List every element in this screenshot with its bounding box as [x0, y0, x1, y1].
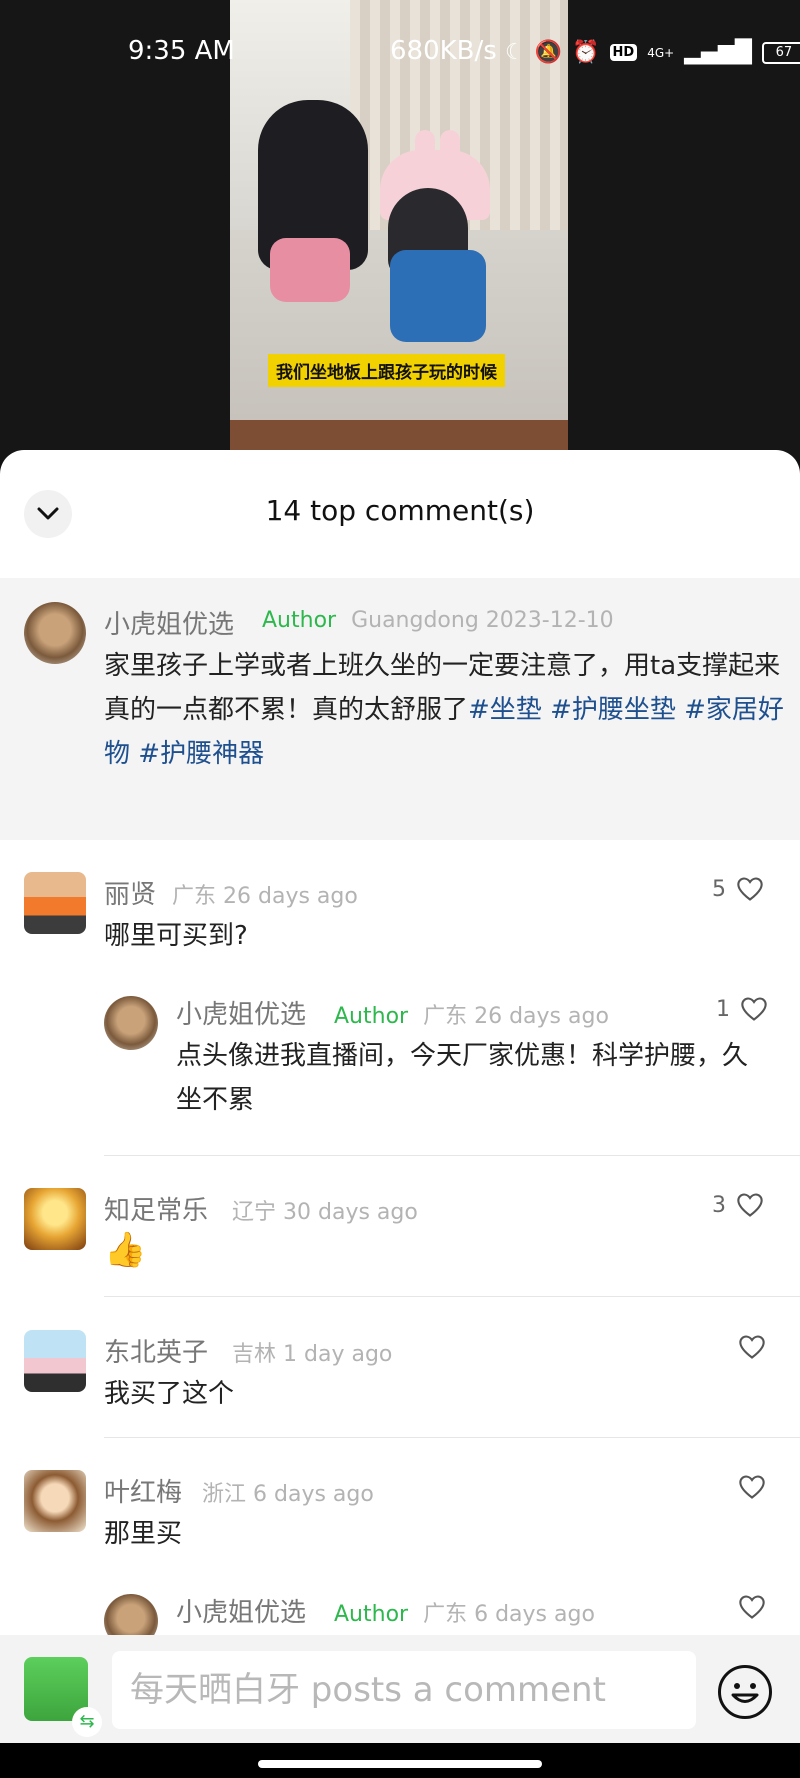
- video-subtitle: 我们坐地板上跟孩子玩的时候: [268, 354, 505, 387]
- comment-text: 那里买: [104, 1519, 183, 1549]
- commenter-name[interactable]: 叶红梅: [104, 1472, 182, 1509]
- heart-icon: [741, 997, 767, 1021]
- commenter-name[interactable]: 小虎姐优选: [176, 1592, 306, 1629]
- like-count: 3: [712, 1192, 726, 1218]
- comment-time: 26 days ago: [474, 1004, 609, 1029]
- status-time: 9:35 AM: [128, 36, 235, 66]
- emoji-button[interactable]: [718, 1665, 772, 1719]
- comment-location: Guangdong: [351, 608, 479, 633]
- like-button[interactable]: [738, 1594, 766, 1620]
- heart-icon: [739, 1475, 765, 1499]
- home-indicator[interactable]: [258, 1760, 542, 1768]
- blue-seat-cushion: [390, 250, 486, 342]
- mute-icon: 🔕: [534, 40, 563, 65]
- sheet-title: 14 top comment(s): [265, 494, 535, 527]
- like-button[interactable]: 1: [716, 996, 768, 1022]
- video-floor: [230, 420, 568, 450]
- comment-time: 6 days ago: [253, 1482, 374, 1507]
- avatar[interactable]: [104, 996, 158, 1050]
- author-badge: Author: [262, 608, 337, 633]
- comment-input[interactable]: [112, 1651, 696, 1729]
- comment-text: 点头像进我直播间，今天厂家优惠！科学护腰，久坐不累: [176, 1041, 749, 1115]
- pinned-comment[interactable]: 小虎姐优选 Author Guangdong 2023-12-10 家里孩子上学…: [0, 578, 800, 840]
- sheet-header: 14 top comment(s): [0, 450, 800, 578]
- comment-location: 广东: [172, 884, 217, 909]
- commenter-name[interactable]: 丽贤: [104, 874, 156, 911]
- heart-icon: [739, 1595, 765, 1619]
- swap-icon[interactable]: ⇆: [72, 1707, 102, 1737]
- battery-icon: 67: [761, 41, 800, 64]
- video-player[interactable]: 我们坐地板上跟孩子玩的时候: [0, 0, 800, 460]
- divider: [104, 1155, 800, 1156]
- network-type: 4G+: [647, 45, 675, 60]
- divider: [104, 1296, 800, 1297]
- moon-icon: ☾: [505, 40, 525, 65]
- like-button[interactable]: [738, 1334, 766, 1360]
- comment-meta: Author 广东 6 days ago: [334, 1596, 595, 1628]
- heart-icon: [737, 1193, 763, 1217]
- comment-composer: ⇆: [0, 1635, 800, 1743]
- avatar[interactable]: [24, 1470, 86, 1532]
- comment-location: 辽宁: [232, 1200, 277, 1225]
- avatar[interactable]: [24, 602, 86, 664]
- commenter-name[interactable]: 知足常乐: [104, 1190, 208, 1227]
- like-button[interactable]: [738, 1474, 766, 1500]
- hashtag-link[interactable]: #护腰坐垫: [550, 695, 676, 725]
- comment-location: 吉林: [232, 1342, 277, 1367]
- comment-meta: 广东 26 days ago: [172, 878, 358, 910]
- comment-location: 广东: [423, 1004, 468, 1029]
- comment-meta: 浙江 6 days ago: [202, 1476, 374, 1508]
- avatar[interactable]: [24, 872, 86, 934]
- comment-time: 1 day ago: [283, 1342, 393, 1367]
- commenter-name[interactable]: 东北英子: [104, 1332, 208, 1369]
- status-network-speed: 680KB/s: [390, 36, 497, 66]
- like-count: 5: [712, 876, 726, 902]
- like-button[interactable]: 3: [712, 1192, 764, 1218]
- comment-time: 26 days ago: [223, 884, 358, 909]
- status-icons: ☾ 🔕 ⏰ HD 4G+ ▂▄▆█ 67: [505, 40, 800, 65]
- comment-text: 家里孩子上学或者上班久坐的一定要注意了，用ta支撑起来真的一点都不累！真的太舒服…: [104, 644, 784, 776]
- thumbs-up-emoji: 👍: [104, 1230, 147, 1270]
- author-badge: Author: [334, 1004, 409, 1029]
- comment-location: 浙江: [202, 1482, 247, 1507]
- comment-time: 6 days ago: [474, 1602, 595, 1627]
- hd-icon: HD: [609, 44, 638, 61]
- comment-meta: Author 广东 26 days ago: [334, 998, 609, 1030]
- commenter-name[interactable]: 小虎姐优选: [176, 994, 306, 1031]
- hashtag-link[interactable]: #坐垫: [468, 695, 542, 725]
- avatar[interactable]: [24, 1330, 86, 1392]
- pink-seat-cushion: [270, 238, 350, 302]
- comment-time: 30 days ago: [283, 1200, 418, 1225]
- like-count: 1: [716, 996, 730, 1022]
- alarm-icon: ⏰: [572, 40, 600, 65]
- author-badge: Author: [334, 1602, 409, 1627]
- comments-sheet: 14 top comment(s) 小虎姐优选 Author Guangdong…: [0, 450, 800, 1695]
- video-frame[interactable]: 我们坐地板上跟孩子玩的时候: [230, 0, 568, 450]
- comment-meta: 辽宁 30 days ago: [232, 1194, 418, 1226]
- comment-date: 2023-12-10: [485, 608, 614, 633]
- comment-plain-text: 家里孩子上学或者上班久坐的一定要注意了，用ta支撑起来真的一点都不累！真的太舒服…: [104, 651, 781, 725]
- heart-icon: [739, 1335, 765, 1359]
- heart-icon: [737, 877, 763, 901]
- comment-meta: Author Guangdong 2023-12-10: [262, 608, 614, 633]
- avatar[interactable]: [24, 1188, 86, 1250]
- like-button[interactable]: 5: [712, 876, 764, 902]
- commenter-name[interactable]: 小虎姐优选: [104, 604, 234, 641]
- comment-text: 哪里可买到?: [104, 921, 248, 951]
- signal-icon: ▂▄▆█: [684, 40, 752, 65]
- smiley-icon: [731, 1683, 759, 1703]
- hashtag-link[interactable]: #护腰神器: [138, 739, 264, 769]
- divider: [104, 1437, 800, 1438]
- comment-location: 广东: [423, 1602, 468, 1627]
- comment-meta: 吉林 1 day ago: [232, 1336, 392, 1368]
- comment-text: 我买了这个: [104, 1379, 235, 1409]
